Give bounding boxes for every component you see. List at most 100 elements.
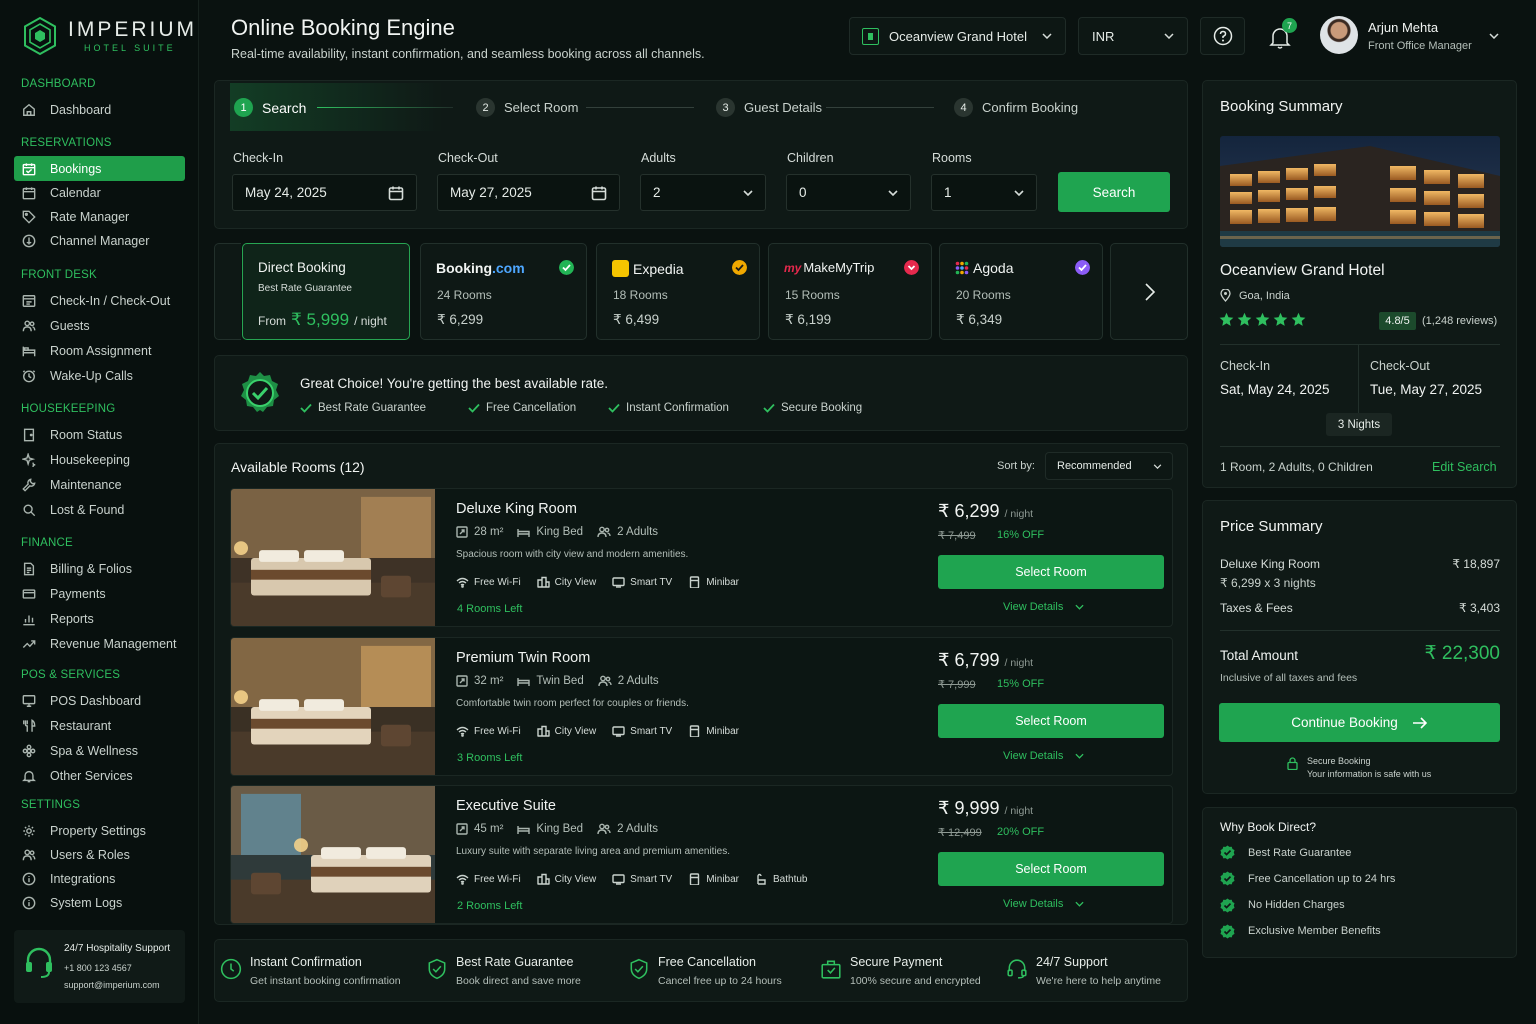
channel-makemytrip[interactable]: my MakeMyTrip 15 Rooms ₹ 6,199: [768, 243, 932, 340]
sidebar-item-revenue-management[interactable]: Revenue Management: [14, 631, 185, 656]
sidebar-item-housekeeping[interactable]: Housekeeping: [14, 447, 185, 472]
sidebar-item-payments[interactable]: Payments: [14, 581, 185, 606]
sidebar-item-rate-manager[interactable]: Rate Manager: [14, 205, 185, 230]
sort-label: Sort by:: [997, 460, 1035, 472]
notifications-button[interactable]: 7: [1266, 18, 1297, 52]
why-item: Free Cancellation up to 24 hrs: [1220, 871, 1395, 886]
rooms-select[interactable]: 1: [931, 174, 1037, 211]
checkout-field[interactable]: May 27, 2025: [437, 174, 620, 211]
room-name: Premium Twin Room: [456, 650, 591, 666]
view-details-link[interactable]: View Details: [1003, 750, 1084, 762]
chevron-down-icon: [1153, 463, 1162, 469]
lock-icon: [1287, 757, 1298, 770]
sidebar-item-spa-wellness[interactable]: Spa & Wellness: [14, 738, 185, 763]
hotel-select[interactable]: Oceanview Grand Hotel: [849, 17, 1066, 55]
star-icon: [1291, 312, 1306, 326]
channel-agoda[interactable]: Agoda 20 Rooms ₹ 6,349: [939, 243, 1103, 340]
support-card[interactable]: 24/7 Hospitality Support +1 800 123 4567…: [14, 930, 185, 1003]
help-button[interactable]: [1200, 17, 1245, 55]
room-card: Executive Suite 45 m² King Bed 2 Adults …: [230, 785, 1173, 924]
channel-expedia[interactable]: Expedia 18 Rooms ₹ 6,499: [596, 243, 760, 340]
adults-select[interactable]: 2: [640, 174, 766, 211]
wifi-icon: [456, 577, 469, 588]
room-amenities: Free Wi-Fi City View Smart TV Minibar: [456, 576, 739, 588]
sidebar-item-guests[interactable]: Guests: [14, 313, 185, 338]
search-button[interactable]: Search: [1058, 172, 1170, 212]
calendar-check-icon: [22, 162, 36, 175]
children-select[interactable]: 0: [786, 174, 911, 211]
step-connector: [826, 107, 934, 108]
select-room-button[interactable]: Select Room: [938, 852, 1164, 886]
sidebar-item-channel-manager[interactable]: Channel Manager: [14, 229, 185, 254]
user-menu[interactable]: Arjun Mehta Front Office Manager: [1320, 16, 1510, 56]
sidebar-item-room-assignment[interactable]: Room Assignment: [14, 338, 185, 363]
sidebar-item-label: Rate Manager: [50, 210, 130, 225]
bell-icon: [22, 770, 36, 782]
room-meta: 45 m² King Bed 2 Adults: [456, 823, 658, 835]
sidebar: IMPERIUM HOTEL SUITE DASHBOARD Dashboard…: [0, 0, 199, 1024]
sidebar-item-label: System Logs: [50, 895, 123, 910]
why-item: No Hidden Charges: [1220, 898, 1345, 913]
nav-section-title: POS & SERVICES: [21, 669, 121, 681]
sidebar-item-integrations[interactable]: Integrations: [14, 866, 185, 891]
page-title: Online Booking Engine: [231, 15, 455, 40]
select-room-button[interactable]: Select Room: [938, 555, 1164, 589]
sparkle-icon: [22, 452, 36, 467]
step-3: 3 Guest Details: [716, 98, 822, 117]
sidebar-item-reports[interactable]: Reports: [14, 606, 185, 631]
wifi-icon: [456, 874, 469, 885]
tag-icon: [22, 210, 36, 224]
room-meta: 28 m² King Bed 2 Adults: [456, 526, 658, 538]
checkin-field[interactable]: May 24, 2025: [232, 174, 417, 211]
sidebar-item-pos-dashboard[interactable]: POS Dashboard: [14, 688, 185, 713]
check-icon: [300, 403, 312, 413]
support-phone[interactable]: +1 800 123 4567: [64, 963, 132, 973]
divider: [1220, 630, 1500, 631]
view-details-link[interactable]: View Details: [1003, 898, 1084, 910]
sidebar-item-maintenance[interactable]: Maintenance: [14, 472, 185, 497]
brand-name: IMPERIUM: [68, 18, 197, 41]
select-room-button[interactable]: Select Room: [938, 704, 1164, 738]
sidebar-item-restaurant[interactable]: Restaurant: [14, 713, 185, 738]
currency-select[interactable]: INR: [1078, 17, 1188, 55]
star-icon: [1219, 312, 1234, 326]
banner-feature: Free Cancellation: [468, 402, 576, 414]
chevron-down-icon: [1075, 753, 1084, 759]
calendar-icon: [591, 186, 607, 200]
sidebar-item-other-services[interactable]: Other Services: [14, 763, 185, 788]
briefcase-icon: [821, 960, 841, 979]
channel-price: ₹ 6,199: [785, 312, 832, 327]
brand-logo[interactable]: IMPERIUM HOTEL SUITE: [22, 16, 194, 56]
sidebar-item-label: Users & Roles: [50, 847, 130, 862]
sidebar-item-room-status[interactable]: Room Status: [14, 422, 185, 447]
location-pin-icon: [1220, 289, 1231, 302]
direct-price-unit: / night: [354, 314, 387, 328]
room-card: Deluxe King Room 28 m² King Bed 2 Adults…: [230, 488, 1173, 627]
sidebar-item-calendar[interactable]: Calendar: [14, 180, 185, 205]
price-room-amount: ₹ 18,897: [1452, 557, 1500, 571]
view-details-link[interactable]: View Details: [1003, 601, 1084, 613]
channel-booking-com[interactable]: Booking.com 24 Rooms ₹ 6,299: [420, 243, 587, 340]
channel-name: my MakeMyTrip: [784, 260, 875, 275]
channel-direct-booking[interactable]: Direct Booking Best Rate Guarantee From …: [242, 243, 410, 340]
sidebar-item-dashboard[interactable]: Dashboard: [14, 97, 185, 122]
benefit-item: Best Rate Guarantee Book direct and save…: [426, 955, 581, 987]
sidebar-item-users-roles[interactable]: Users & Roles: [14, 842, 185, 867]
sidebar-item-property-settings[interactable]: Property Settings: [14, 818, 185, 843]
room-photo: [231, 786, 435, 923]
benefit-sub: Book direct and save more: [456, 975, 581, 987]
sidebar-item-check-in-check-out[interactable]: Check-In / Check-Out: [14, 288, 185, 313]
why-title: Why Book Direct?: [1220, 820, 1317, 834]
sidebar-item-lost-found[interactable]: Lost & Found: [14, 497, 185, 522]
amenity: Minibar: [688, 576, 739, 588]
edit-search-link[interactable]: Edit Search: [1432, 460, 1497, 474]
channels-next-button[interactable]: [1110, 243, 1188, 340]
sidebar-item-bookings[interactable]: Bookings: [14, 156, 185, 181]
continue-booking-button[interactable]: Continue Booking: [1219, 703, 1500, 742]
users-icon: [22, 848, 36, 860]
sidebar-item-wake-up-calls[interactable]: Wake-Up Calls: [14, 363, 185, 388]
sidebar-item-billing-folios[interactable]: Billing & Folios: [14, 556, 185, 581]
sidebar-item-system-logs[interactable]: System Logs: [14, 890, 185, 915]
support-email[interactable]: support@imperium.com: [64, 980, 160, 990]
sort-select[interactable]: Recommended: [1045, 452, 1173, 480]
